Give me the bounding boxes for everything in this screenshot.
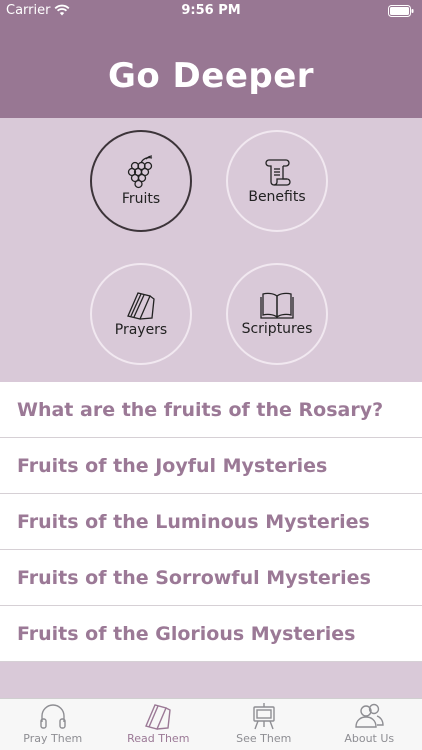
tab-label: About Us xyxy=(344,732,395,745)
category-label: Scriptures xyxy=(241,321,313,337)
open-book-icon xyxy=(260,292,294,319)
list-item-fruits-of-rosary[interactable]: What are the fruits of the Rosary? xyxy=(0,382,422,438)
fruits-list: What are the fruits of the Rosary? Fruit… xyxy=(0,382,422,662)
category-label: Prayers xyxy=(114,322,168,338)
list-item-sorrowful-mysteries[interactable]: Fruits of the Sorrowful Mysteries xyxy=(0,550,422,606)
page-title: Go Deeper xyxy=(107,56,315,96)
tab-label: See Them xyxy=(236,732,292,745)
category-grid: Fruits Benefits Prayers Scriptures xyxy=(0,118,422,382)
status-time: 9:56 PM xyxy=(181,3,241,18)
easel-icon xyxy=(253,703,275,730)
tab-label: Read Them xyxy=(127,732,190,745)
category-fruits-button[interactable]: Fruits xyxy=(90,130,192,232)
list-item-joyful-mysteries[interactable]: Fruits of the Joyful Mysteries xyxy=(0,438,422,494)
category-scriptures-button[interactable]: Scriptures xyxy=(226,263,328,365)
scroll-icon xyxy=(265,159,291,186)
book-icon xyxy=(145,704,171,730)
tab-see-them[interactable]: See Them xyxy=(211,699,317,750)
users-icon xyxy=(355,703,384,728)
headphones-icon xyxy=(40,704,66,729)
list-item-luminous-mysteries[interactable]: Fruits of the Luminous Mysteries xyxy=(0,494,422,550)
category-prayers-button[interactable]: Prayers xyxy=(90,263,192,365)
status-bar: Carrier 9:56 PM xyxy=(0,0,422,22)
category-label: Benefits xyxy=(248,189,306,205)
booklet-icon xyxy=(127,292,155,320)
tab-label: Pray Them xyxy=(23,732,83,745)
tab-bar: Pray Them Read Them See Them About Us xyxy=(0,698,422,750)
tab-about-us[interactable]: About Us xyxy=(317,699,422,750)
category-benefits-button[interactable]: Benefits xyxy=(226,130,328,232)
list-item-glorious-mysteries[interactable]: Fruits of the Glorious Mysteries xyxy=(0,606,422,662)
battery-icon xyxy=(388,5,414,21)
tab-pray-them[interactable]: Pray Them xyxy=(0,699,106,750)
grapes-icon xyxy=(127,155,153,189)
tab-read-them[interactable]: Read Them xyxy=(106,699,212,750)
category-label: Fruits xyxy=(121,191,161,207)
